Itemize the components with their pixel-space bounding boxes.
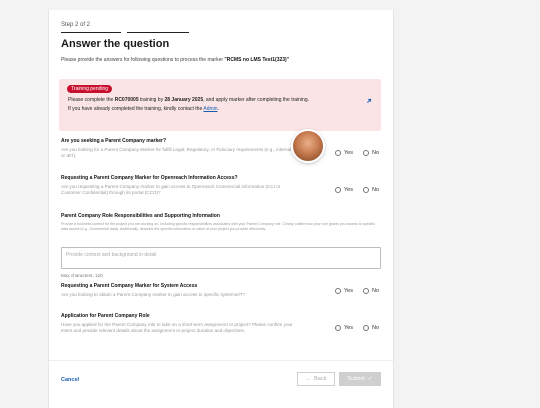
external-link-icon[interactable] [365, 97, 373, 105]
radio-circle[interactable] [334, 150, 341, 156]
radio-no[interactable]: No [362, 187, 379, 193]
max-characters: Max characters: 120 [61, 273, 103, 278]
avatar[interactable] [291, 129, 325, 163]
question-system-access: Requesting a Parent Company Marker for S… [61, 283, 381, 298]
submit-button[interactable]: Submit ✓ [339, 372, 381, 386]
question-role-responsibilities: Parent Company Role Responsibilities and… [61, 213, 381, 232]
radio-yes[interactable]: Yes [334, 325, 353, 331]
back-button[interactable]: ← Back [297, 372, 335, 386]
check-icon: ✓ [367, 376, 373, 382]
form-panel: Step 2 of 2 Answer the question Please p… [48, 10, 394, 408]
question-parent-role: Application for Parent Company Role Have… [61, 313, 381, 334]
alert-line-1: Please complete the RC070005 training by… [68, 97, 309, 103]
yes-no-group: Yes No [334, 288, 379, 294]
step-progress-2 [127, 32, 189, 33]
yes-no-group: Yes No [334, 187, 379, 193]
training-alert: Training pending Please complete the RC0… [59, 79, 381, 131]
question-title: Are you seeking a Parent Company marker? [61, 138, 167, 144]
footer-divider [49, 360, 393, 361]
step-indicator: Step 2 of 2 [61, 22, 381, 36]
question-description: Provide a business context for the proje… [61, 222, 375, 231]
question-openreach-access: Requesting a Parent Company Marker for O… [61, 175, 381, 196]
question-title: Application for Parent Company Role [61, 313, 150, 319]
yes-no-group: Yes No [334, 150, 379, 156]
yes-no-group: Yes No [334, 325, 379, 331]
question-description: Are you looking to obtain a Parent Compa… [61, 292, 246, 297]
radio-no[interactable]: No [362, 150, 379, 156]
step-progress-1 [61, 32, 121, 33]
radio-circle[interactable] [334, 325, 341, 331]
radio-no[interactable]: No [362, 325, 379, 331]
radio-no[interactable]: No [362, 288, 379, 294]
radio-yes[interactable]: Yes [334, 187, 353, 193]
radio-circle[interactable] [334, 288, 341, 294]
question-description: Are you looking for a Parent Company Mar… [61, 147, 292, 158]
question-title: Parent Company Role Responsibilities and… [61, 213, 220, 219]
radio-circle[interactable] [362, 187, 369, 193]
radio-circle[interactable] [362, 150, 369, 156]
intro-text: Please provide the answers for following… [61, 57, 290, 63]
radio-yes[interactable]: Yes [334, 150, 353, 156]
radio-circle[interactable] [362, 325, 369, 331]
question-title: Requesting a Parent Company Marker for O… [61, 175, 238, 181]
question-description: Are you requesting a Parent Company mark… [61, 184, 281, 195]
admin-link[interactable]: Admin [203, 106, 217, 112]
context-textarea[interactable]: Provide context and background in detail [61, 247, 381, 269]
question-parent-marker: Are you seeking a Parent Company marker?… [61, 138, 381, 159]
step-label: Step 2 of 2 [61, 22, 91, 28]
radio-circle[interactable] [362, 288, 369, 294]
question-title: Requesting a Parent Company Marker for S… [61, 283, 198, 289]
page-title: Answer the question [61, 38, 170, 50]
status-badge: Training pending [67, 85, 113, 93]
radio-circle[interactable] [334, 187, 341, 193]
radio-yes[interactable]: Yes [334, 288, 353, 294]
arrow-left-icon: ← [305, 376, 312, 382]
alert-line-2: If you have already completed the traini… [68, 106, 219, 112]
marker-name: "RCMS no LMS Test1(323)" [224, 57, 290, 63]
question-description: Have you applied for the Parent Company … [61, 322, 293, 333]
cancel-button[interactable]: Cancel [61, 377, 79, 383]
